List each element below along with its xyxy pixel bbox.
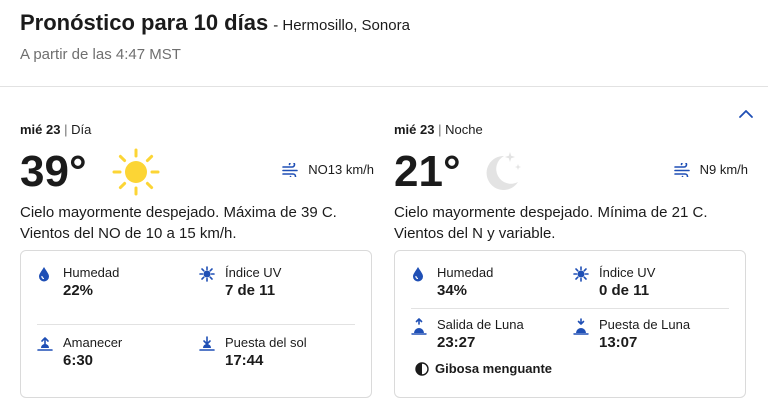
humidity-cell: Humedad 22%: [37, 265, 119, 300]
moonrise-cell: Salida de Luna 23:27: [411, 317, 524, 352]
humidity-label: Humedad: [63, 265, 120, 280]
uv-index-cell: Índice UV 0 de 11: [573, 265, 655, 300]
uv-sun-icon: [199, 265, 219, 300]
moonset-icon: [573, 317, 593, 352]
moon-phase-label: Gibosa menguante: [435, 361, 553, 376]
period-date: mié 23: [394, 122, 435, 137]
card-separator: [411, 308, 729, 309]
moon-stars-icon: [478, 148, 526, 201]
moonset-cell: Puesta de Luna 13:07: [573, 317, 690, 352]
temperature-row: 21° N9 km/h: [394, 146, 748, 198]
humidity-label: Humedad: [437, 265, 494, 280]
period-separator: |: [438, 122, 442, 137]
updated-timestamp: A partir de las 4:47 MST: [20, 46, 181, 63]
moonrise-value: 23:27: [437, 334, 476, 351]
page-title: Pronóstico para 10 días: [20, 10, 269, 35]
sunset-label: Puesta del sol: [225, 335, 307, 350]
droplet-icon: [37, 265, 57, 300]
forecast-description: Cielo mayormente despejado. Mínima de 21…: [394, 204, 708, 242]
sunrise-label: Amanecer: [63, 335, 123, 350]
uv-label: Índice UV: [599, 265, 656, 280]
header: Pronóstico para 10 días - Hermosillo, So…: [0, 0, 768, 86]
night-forecast: mié 23 | Noche 21° N9 km/h Cielo mayorme…: [394, 122, 748, 414]
sunset-value: 17:44: [225, 352, 264, 369]
wind-value: N9 km/h: [699, 162, 748, 177]
title-row: Pronóstico para 10 días - Hermosillo, So…: [20, 10, 410, 36]
period-date: mié 23: [20, 122, 61, 137]
humidity-value: 34%: [437, 282, 468, 299]
sunset-cell: Puesta del sol 17:44: [199, 335, 307, 370]
card-separator: [37, 324, 355, 325]
humidity-cell: Humedad 34%: [411, 265, 493, 300]
moonrise-icon: [411, 317, 431, 352]
sun-icon: [112, 148, 160, 201]
moonset-label: Puesta de Luna: [599, 317, 691, 332]
period-label: Noche: [445, 122, 483, 137]
half-moon-icon: [415, 361, 429, 376]
day-forecast: mié 23 | Día 39° NO13 km/h Cielo mayorme…: [20, 122, 374, 414]
uv-sun-icon: [573, 265, 593, 300]
wind-icon: [673, 162, 690, 177]
humidity-value: 22%: [63, 282, 94, 299]
uv-index-cell: Índice UV 7 de 11: [199, 265, 281, 300]
uv-label: Índice UV: [225, 265, 282, 280]
uv-value: 0 de 11: [599, 282, 650, 299]
forecast-description: Cielo mayormente despejado. Máxima de 39…: [20, 204, 337, 242]
divider: [0, 86, 768, 87]
sunrise-icon: [37, 335, 57, 370]
moonset-value: 13:07: [599, 334, 638, 351]
wind-info: N9 km/h: [673, 162, 748, 177]
temperature: 21°: [394, 147, 461, 196]
temperature-row: 39° NO13 km/h: [20, 146, 374, 198]
details-card: Humedad 34% Índice UV 0 de 11 Salida de …: [394, 250, 746, 398]
period-label: Día: [71, 122, 92, 137]
moonrise-label: Salida de Luna: [437, 317, 524, 332]
temperature: 39°: [20, 147, 87, 196]
uv-value: 7 de 11: [225, 282, 276, 299]
droplet-icon: [411, 265, 431, 300]
sunset-icon: [199, 335, 219, 370]
location-label: - Hermosillo, Sonora: [273, 17, 410, 34]
details-card: Humedad 22% Índice UV 7 de 11 Amanecer 6…: [20, 250, 372, 398]
period-heading: mié 23 | Día: [20, 122, 374, 137]
sunrise-value: 6:30: [63, 352, 94, 369]
period-separator: |: [64, 122, 68, 137]
collapse-chevron-up-icon[interactable]: [736, 106, 756, 122]
sunrise-cell: Amanecer 6:30: [37, 335, 122, 370]
wind-icon: [282, 162, 299, 177]
wind-info: NO13 km/h: [282, 162, 374, 177]
wind-value: NO13 km/h: [308, 162, 374, 177]
moon-phase: Gibosa menguante: [415, 361, 552, 376]
period-heading: mié 23 | Noche: [394, 122, 748, 137]
